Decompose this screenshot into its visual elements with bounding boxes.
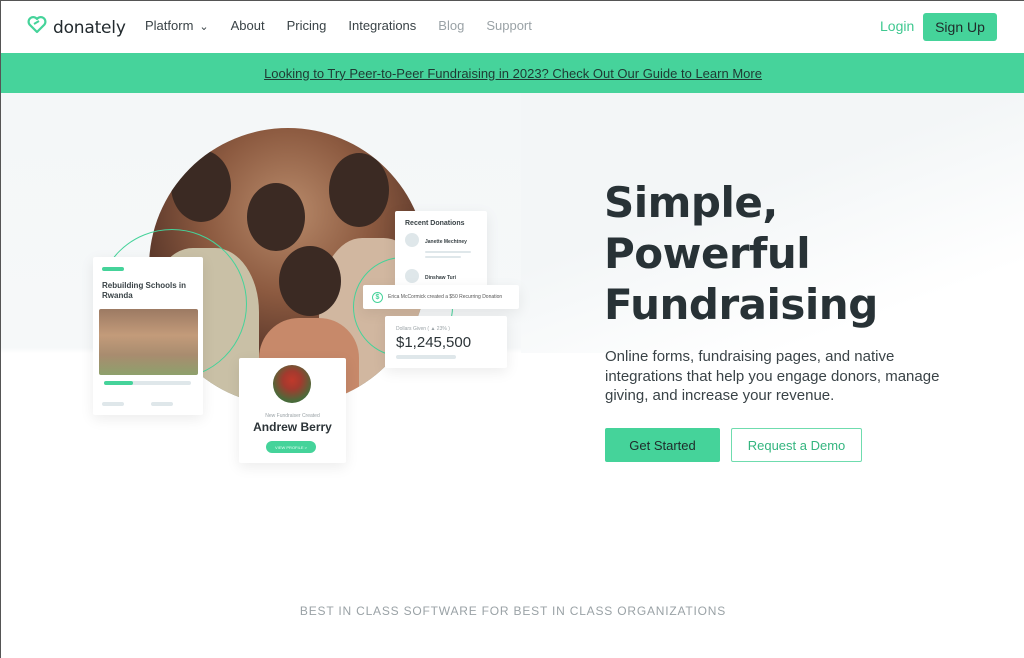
placeholder-bar [396, 355, 456, 359]
campaign-accent-bar [102, 267, 124, 271]
dollars-given-card: Dollars Given ( ▲ 23% ) $1,245,500 [385, 316, 507, 368]
donor-name: Janette Mechtney [425, 239, 467, 245]
photo-shape [171, 150, 231, 222]
hero-headline: Simple, Powerful Fundraising [604, 177, 878, 330]
fundraiser-avatar [273, 365, 311, 403]
photo-shape [247, 183, 305, 251]
top-navigation: donately Platform ⌄ About Pricing Integra… [1, 1, 1024, 53]
fundraiser-label: New Fundraiser Created [265, 413, 320, 419]
chevron-down-icon: ⌄ [199, 21, 209, 33]
sign-up-button[interactable]: Sign Up [923, 13, 997, 41]
campaign-title: Rebuilding Schools in Rwanda [102, 281, 186, 300]
hero-subtext: Online forms, fundraising pages, and nat… [605, 348, 940, 404]
donor-avatar [405, 269, 419, 283]
nav-link-blog[interactable]: Blog [438, 18, 464, 33]
logo[interactable]: donately [27, 15, 126, 40]
campaign-progress-fill [104, 381, 133, 385]
placeholder-bar [102, 402, 124, 406]
notification-text: Erica McCormick created a $50 Recurring … [388, 294, 503, 300]
new-fundraiser-card: New Fundraiser Created Andrew Berry VIEW… [239, 358, 346, 463]
section-tagline: BEST IN CLASS SOFTWARE FOR BEST IN CLASS… [299, 604, 727, 618]
fundraiser-name: Andrew Berry [253, 420, 332, 434]
headline-line: Fundraising [604, 280, 878, 329]
dollar-icon: $ [372, 291, 383, 303]
donor-name: Dinshaw Turi [425, 275, 457, 281]
logo-text: donately [53, 17, 126, 38]
banner-link[interactable]: Looking to Try Peer-to-Peer Fundraising … [264, 66, 762, 81]
donation-notification: $ Erica McCormick created a $50 Recurrin… [363, 285, 519, 309]
announcement-banner: Looking to Try Peer-to-Peer Fundraising … [1, 53, 1024, 93]
photo-shape [329, 153, 389, 227]
nav-link-label: Platform [145, 18, 194, 33]
dollars-given-value: $1,245,500 [396, 334, 472, 351]
nav-links: Platform ⌄ About Pricing Integrations Blo… [145, 18, 554, 33]
nav-link-about[interactable]: About [231, 18, 265, 33]
headline-line: Simple, [604, 178, 778, 227]
photo-shape [279, 246, 341, 316]
nav-link-platform[interactable]: Platform ⌄ [145, 18, 209, 33]
nav-link-support[interactable]: Support [486, 18, 532, 33]
nav-link-pricing[interactable]: Pricing [287, 18, 327, 33]
campaign-photo [99, 309, 198, 375]
nav-link-integrations[interactable]: Integrations [348, 18, 416, 33]
donor-avatar [405, 233, 419, 247]
placeholder-bar [425, 251, 471, 253]
heart-logo-icon [27, 15, 47, 40]
campaign-card: Rebuilding Schools in Rwanda [93, 257, 203, 415]
placeholder-bar [425, 256, 461, 258]
recent-donations-title: Recent Donations [405, 220, 465, 227]
headline-line: Powerful [604, 229, 811, 278]
dollars-given-label: Dollars Given ( ▲ 23% ) [396, 326, 450, 332]
get-started-button[interactable]: Get Started [605, 428, 720, 462]
placeholder-bar [151, 402, 173, 406]
request-demo-button[interactable]: Request a Demo [731, 428, 862, 462]
view-profile-button: VIEW PROFILE > [266, 441, 316, 453]
recent-donations-card: Recent Donations Janette Mechtney Dinsha… [395, 211, 487, 289]
login-link[interactable]: Login [880, 18, 914, 34]
